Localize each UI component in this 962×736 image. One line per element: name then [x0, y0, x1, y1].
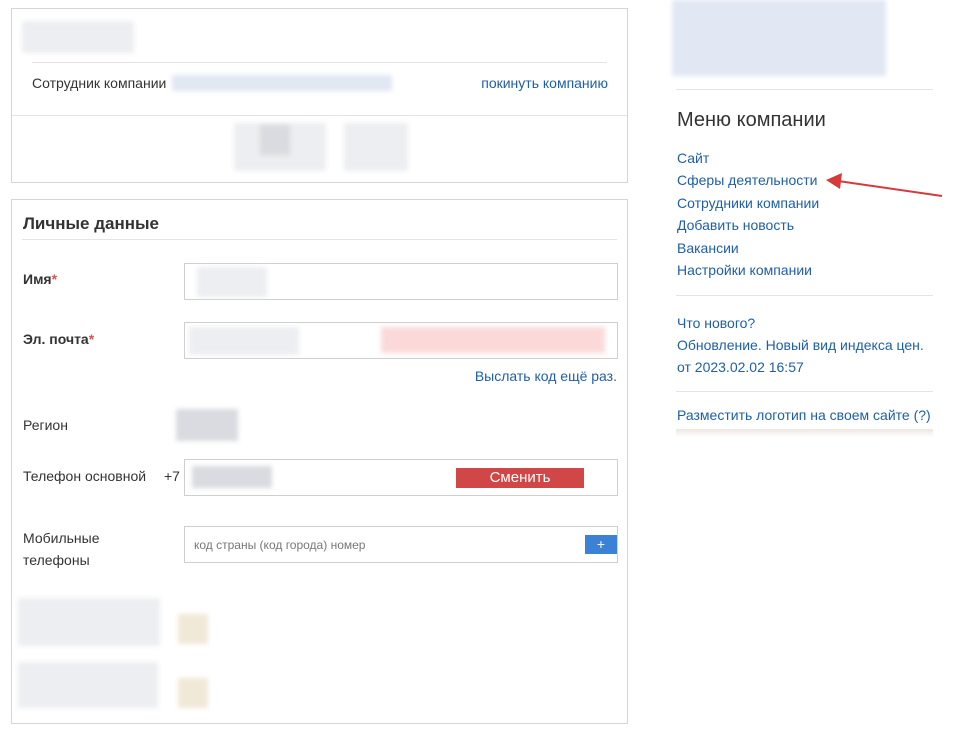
email-label-text: Эл. почта — [23, 331, 89, 347]
stat-redacted — [260, 125, 290, 155]
main-phone-field: Сменить — [184, 459, 618, 496]
divider — [676, 391, 933, 392]
redacted-checkbox — [178, 614, 208, 644]
company-menu-title: Меню компании — [677, 109, 826, 131]
name-value-redacted — [197, 267, 267, 297]
company-menu: Сайт Сферы деятельности Сотрудники компа… — [677, 147, 819, 281]
email-field[interactable] — [184, 322, 618, 359]
divider — [12, 115, 627, 116]
personal-data-card: Личные данные Имя* Эл. почта* Выслать ко… — [11, 199, 628, 724]
required-mark: * — [51, 271, 58, 287]
section-title: Личные данные — [23, 214, 159, 233]
main-phone-label: Телефон основной — [23, 468, 147, 484]
mobile-phones-label: Мобильные телефоны — [23, 527, 100, 571]
name-field[interactable] — [184, 263, 618, 300]
menu-item-activity-areas[interactable]: Сферы деятельности — [677, 169, 819, 191]
region-label: Регион — [23, 417, 68, 433]
logo-banner-shadow — [676, 429, 933, 437]
mobile-phone-input[interactable] — [185, 527, 585, 562]
company-name-redacted — [22, 21, 134, 53]
company-info-redacted — [672, 0, 886, 76]
menu-item-company-settings[interactable]: Настройки компании — [677, 259, 819, 281]
employee-name-redacted — [172, 75, 392, 91]
divider — [22, 239, 617, 240]
place-logo-link[interactable]: Разместить логотип на своем сайте (?) — [677, 407, 931, 423]
mobile-label-line2: телефоны — [23, 552, 90, 568]
phone-prefix: +7 — [164, 468, 180, 484]
redacted-checkbox — [178, 678, 208, 708]
menu-item-vacancies[interactable]: Вакансии — [677, 237, 819, 259]
whats-new-block: Что нового? Обновление. Новый вид индекс… — [677, 312, 933, 378]
menu-item-add-news[interactable]: Добавить новость — [677, 214, 819, 236]
news-link[interactable]: Обновление. Новый вид индекса цен. — [677, 334, 933, 356]
company-card: Сотрудник компании покинуть компанию — [11, 8, 628, 183]
region-value-redacted — [176, 409, 238, 441]
mobile-phone-field: + — [184, 526, 618, 563]
add-mobile-phone-button[interactable]: + — [585, 535, 617, 554]
name-label-text: Имя — [23, 271, 52, 287]
redacted-label — [18, 662, 158, 708]
leave-company-link[interactable]: покинуть компанию — [481, 75, 608, 91]
phone-value-redacted — [192, 466, 272, 488]
divider — [32, 62, 607, 63]
menu-item-site[interactable]: Сайт — [677, 147, 819, 169]
email-error-redacted — [381, 327, 605, 353]
redacted-label — [18, 598, 160, 646]
resend-code-link[interactable]: Выслать код ещё раз. — [475, 368, 617, 384]
divider — [676, 89, 933, 90]
whats-new-link[interactable]: Что нового? — [677, 312, 933, 334]
news-date[interactable]: от 2023.02.02 16:57 — [677, 356, 933, 378]
change-phone-button[interactable]: Сменить — [456, 468, 584, 488]
divider — [676, 295, 933, 296]
stat-redacted — [344, 123, 408, 171]
mobile-label-line1: Мобильные — [23, 530, 100, 546]
required-mark: * — [88, 331, 95, 347]
menu-item-employees[interactable]: Сотрудники компании — [677, 192, 819, 214]
name-label: Имя* — [23, 271, 57, 287]
email-value-redacted — [189, 327, 299, 355]
employee-label: Сотрудник компании — [32, 75, 167, 91]
email-label: Эл. почта* — [23, 331, 94, 347]
